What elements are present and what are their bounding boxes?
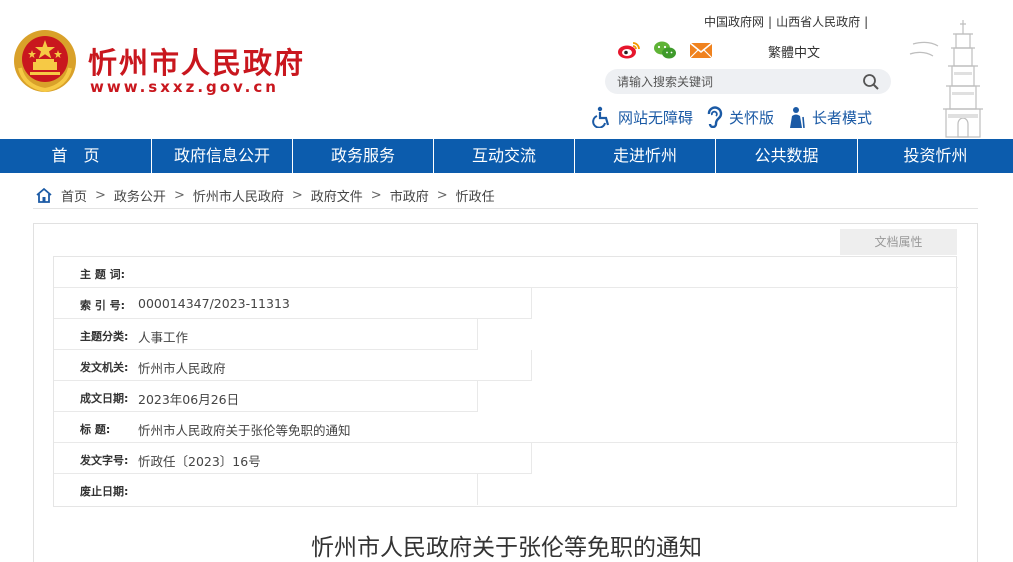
meta-label: 索 引 号: (80, 299, 126, 312)
nav-item-gov-services[interactable]: 政务服务 (293, 139, 434, 173)
breadcrumb-item[interactable]: 市政府 (390, 186, 429, 205)
search-box (605, 69, 891, 94)
document-attributes-tab[interactable]: 文档属性 (840, 229, 957, 255)
meta-value: 2023年06月26日 (138, 392, 240, 407)
top-links: 中国政府网 | 山西省人民政府 | (704, 13, 872, 30)
meta-label: 成文日期: (80, 392, 129, 405)
cell-divider (477, 381, 478, 412)
meta-label: 废止日期: (80, 485, 129, 498)
meta-row-expiry: 废止日期: (54, 474, 956, 505)
meta-value: 人事工作 (138, 330, 189, 345)
weibo-icon[interactable] (617, 40, 641, 60)
accessibility-link[interactable]: 网站无障碍 (592, 106, 693, 128)
pagoda-illustration (909, 20, 983, 138)
site-header: 忻州市人民政府 www.sxxz.gov.cn 中国政府网 | 山西省人民政府 | 繁… (0, 0, 1013, 139)
meta-label: 主 题 词: (80, 268, 126, 281)
care-version-label: 关怀版 (729, 108, 775, 127)
link-gov-cn[interactable]: 中国政府网 (704, 13, 764, 30)
meta-row-doc-number: 发文字号: 忻政任〔2023〕16号 (54, 443, 956, 474)
national-emblem-icon (14, 30, 76, 93)
elder-icon (790, 107, 805, 128)
search-input[interactable] (617, 72, 847, 91)
document-title: 忻州市人民政府关于张伦等免职的通知 (311, 535, 702, 561)
cell-divider (531, 350, 532, 381)
site-title[interactable]: 忻州市人民政府 (88, 40, 305, 82)
meta-row-category: 主题分类: 人事工作 (54, 319, 956, 350)
meta-label: 主题分类: (80, 330, 129, 343)
link-shanxi-gov[interactable]: 山西省人民政府 (776, 13, 860, 30)
meta-row-title: 标 题: 忻州市人民政府关于张伦等免职的通知 (54, 412, 958, 443)
wheelchair-icon (592, 106, 610, 128)
nav-item-public-data[interactable]: 公共数据 (716, 139, 858, 173)
nav-item-about-xinzhou[interactable]: 走进忻州 (575, 139, 716, 173)
traditional-chinese-link[interactable]: 繁體中文 (768, 42, 820, 61)
cell-divider (531, 443, 532, 474)
breadcrumb-item[interactable]: 忻政任 (456, 186, 495, 205)
cell-divider (477, 319, 478, 350)
nav-item-gov-info[interactable]: 政府信息公开 (152, 139, 293, 173)
site-url[interactable]: www.sxxz.gov.cn (90, 78, 279, 96)
nav-item-home[interactable]: 首 页 (0, 139, 152, 173)
meta-row-keywords: 主 题 词: (54, 257, 958, 288)
meta-value: 000014347/2023-11313 (138, 296, 290, 311)
cell-divider (477, 474, 478, 505)
document-metadata-table: 主 题 词: 索 引 号: 000014347/2023-11313 主题分类:… (53, 256, 958, 507)
accessibility-label: 网站无障碍 (618, 108, 694, 127)
divider: | (864, 15, 869, 29)
main-nav: 首 页 政府信息公开 政务服务 互动交流 走进忻州 公共数据 投资忻州 (0, 139, 1013, 173)
elder-mode-label: 长者模式 (812, 108, 873, 127)
breadcrumb-separator: > (291, 188, 303, 203)
breadcrumb: 首页 > 政务公开 > 忻州市人民政府 > 政府文件 > 市政府 > 忻政任 (35, 186, 495, 205)
ear-icon (707, 106, 723, 128)
home-icon[interactable] (35, 187, 53, 204)
breadcrumb-separator: > (95, 188, 106, 203)
divider: | (768, 15, 773, 29)
social-links (617, 40, 713, 60)
elder-mode-link[interactable]: 长者模式 (786, 106, 872, 128)
breadcrumb-item[interactable]: 政务公开 (114, 186, 166, 205)
meta-row-date: 成文日期: 2023年06月26日 (54, 381, 956, 412)
meta-value: 忻州市人民政府关于张伦等免职的通知 (138, 423, 351, 438)
nav-item-invest[interactable]: 投资忻州 (858, 139, 1013, 173)
breadcrumb-separator: > (370, 188, 382, 203)
breadcrumb-item[interactable]: 政府文件 (311, 186, 363, 205)
cell-divider (531, 288, 532, 319)
search-icon[interactable] (862, 73, 880, 91)
care-version-link[interactable]: 关怀版 (705, 106, 774, 128)
meta-label: 发文机关: (80, 361, 129, 374)
breadcrumb-separator: > (436, 188, 448, 203)
meta-label: 发文字号: (80, 454, 129, 467)
wechat-icon[interactable] (653, 40, 677, 60)
breadcrumb-item[interactable]: 首页 (61, 186, 87, 205)
meta-value: 忻政任〔2023〕16号 (138, 454, 261, 469)
breadcrumb-item[interactable]: 忻州市人民政府 (193, 186, 284, 205)
breadcrumb-divider (33, 208, 978, 209)
meta-label: 标 题: (80, 423, 111, 436)
meta-row-issuer: 发文机关: 忻州市人民政府 (54, 350, 956, 381)
nav-item-interaction[interactable]: 互动交流 (434, 139, 575, 173)
mail-icon[interactable] (689, 40, 713, 60)
breadcrumb-separator: > (173, 188, 185, 203)
accessibility-links: 网站无障碍 关怀版 长者模式 (592, 106, 884, 128)
meta-row-index: 索 引 号: 000014347/2023-11313 (54, 288, 956, 319)
meta-value: 忻州市人民政府 (138, 361, 226, 376)
